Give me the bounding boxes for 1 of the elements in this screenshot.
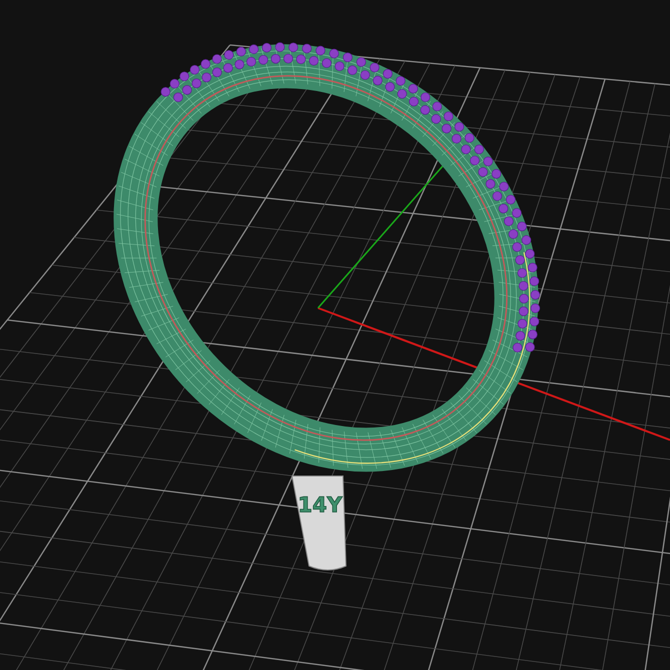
model-stamp-text: 14Y [298,493,342,517]
